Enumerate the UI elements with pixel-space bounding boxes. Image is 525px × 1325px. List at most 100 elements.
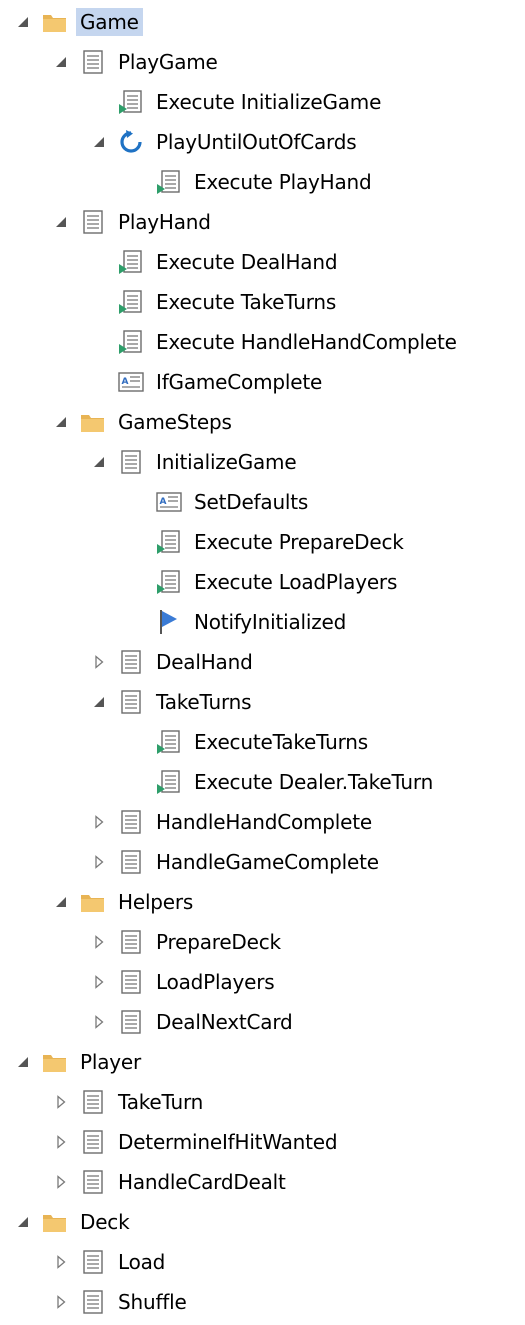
tree-item-loadplayers[interactable]: LoadPlayers <box>0 962 525 1002</box>
expanded-arrow-icon[interactable] <box>92 695 106 709</box>
tree-item-preparedeck[interactable]: PrepareDeck <box>0 922 525 962</box>
tree-item-shuffle[interactable]: Shuffle <box>0 1282 525 1322</box>
tree-item-label[interactable]: SetDefaults <box>190 488 312 516</box>
tree-item-label[interactable]: HandleGameComplete <box>152 848 383 876</box>
folder-icon <box>42 1209 68 1235</box>
document-icon <box>80 1129 106 1155</box>
tree-item-label[interactable]: Execute HandleHandComplete <box>152 328 461 356</box>
expanded-arrow-icon[interactable] <box>16 1215 30 1229</box>
tree-item-label[interactable]: Game <box>76 8 143 36</box>
tree-item-label[interactable]: Execute PrepareDeck <box>190 528 408 556</box>
tree-item-executetaketurns[interactable]: ExecuteTakeTurns <box>0 722 525 762</box>
tree-item-execute-handlehandcomplete[interactable]: Execute HandleHandComplete <box>0 322 525 362</box>
document-icon <box>118 809 144 835</box>
document-icon <box>118 689 144 715</box>
tree-item-label[interactable]: InitializeGame <box>152 448 300 476</box>
tree-item-label[interactable]: Execute InitializeGame <box>152 88 385 116</box>
tree-item-player[interactable]: Player <box>0 1042 525 1082</box>
execute-icon <box>156 769 182 795</box>
document-icon <box>80 1289 106 1315</box>
tree-item-execute-taketurns[interactable]: Execute TakeTurns <box>0 282 525 322</box>
execute-icon <box>156 529 182 555</box>
expanded-arrow-icon[interactable] <box>16 1055 30 1069</box>
tree-item-label[interactable]: DetermineIfHitWanted <box>114 1128 341 1156</box>
tree-item-load[interactable]: Load <box>0 1242 525 1282</box>
tree-item-label[interactable]: GameSteps <box>114 408 236 436</box>
tree-item-label[interactable]: DealNextCard <box>152 1008 297 1036</box>
execute-icon <box>118 249 144 275</box>
flag-icon <box>156 609 182 635</box>
tree-item-label[interactable]: Helpers <box>114 888 197 916</box>
collapsed-arrow-icon[interactable] <box>92 655 106 669</box>
expanded-arrow-icon[interactable] <box>92 135 106 149</box>
tree-item-label[interactable]: Execute TakeTurns <box>152 288 340 316</box>
tree-item-initializegame[interactable]: InitializeGame <box>0 442 525 482</box>
tree-item-handlehandcomplete[interactable]: HandleHandComplete <box>0 802 525 842</box>
tree-item-label[interactable]: PlayHand <box>114 208 215 236</box>
tree-item-execute-loadplayers[interactable]: Execute LoadPlayers <box>0 562 525 602</box>
collapsed-arrow-icon[interactable] <box>92 855 106 869</box>
tree-item-label[interactable]: TakeTurns <box>152 688 255 716</box>
tree-item-execute-preparedeck[interactable]: Execute PrepareDeck <box>0 522 525 562</box>
tree-item-label[interactable]: NotifyInitialized <box>190 608 350 636</box>
tree-item-handlecarddealt[interactable]: HandleCardDealt <box>0 1162 525 1202</box>
tree-item-label[interactable]: Execute LoadPlayers <box>190 568 401 596</box>
expanded-arrow-icon[interactable] <box>54 415 68 429</box>
tree-item-handlegamecomplete[interactable]: HandleGameComplete <box>0 842 525 882</box>
tree-item-helpers[interactable]: Helpers <box>0 882 525 922</box>
tree-item-label[interactable]: LoadPlayers <box>152 968 278 996</box>
tree-item-label[interactable]: Execute Dealer.TakeTurn <box>190 768 437 796</box>
tree-item-label[interactable]: Deck <box>76 1208 133 1236</box>
tree-item-label[interactable]: Execute DealHand <box>152 248 341 276</box>
tree-item-dealnextcard[interactable]: DealNextCard <box>0 1002 525 1042</box>
tree-item-label[interactable]: IfGameComplete <box>152 368 326 396</box>
collapsed-arrow-icon[interactable] <box>54 1255 68 1269</box>
tree-item-execute-playhand[interactable]: Execute PlayHand <box>0 162 525 202</box>
expanded-arrow-icon[interactable] <box>16 15 30 29</box>
tree-item-execute-dealhand[interactable]: Execute DealHand <box>0 242 525 282</box>
tree-item-label[interactable]: HandleHandComplete <box>152 808 376 836</box>
tree-item-label[interactable]: Player <box>76 1048 145 1076</box>
tree-item-dealhand[interactable]: DealHand <box>0 642 525 682</box>
tree-item-label[interactable]: TakeTurn <box>114 1088 207 1116</box>
tree-item-label[interactable]: Execute PlayHand <box>190 168 376 196</box>
tree-item-determineifhitwanted[interactable]: DetermineIfHitWanted <box>0 1122 525 1162</box>
collapsed-arrow-icon[interactable] <box>92 975 106 989</box>
collapsed-arrow-icon[interactable] <box>92 935 106 949</box>
tree-item-label[interactable]: HandleCardDealt <box>114 1168 290 1196</box>
collapsed-arrow-icon[interactable] <box>92 815 106 829</box>
collapsed-arrow-icon[interactable] <box>54 1295 68 1309</box>
tree-item-notifyinitialized[interactable]: NotifyInitialized <box>0 602 525 642</box>
collapsed-arrow-icon[interactable] <box>54 1175 68 1189</box>
tree-item-ifgamecomplete[interactable]: A IfGameComplete <box>0 362 525 402</box>
tree-item-label[interactable]: PlayUntilOutOfCards <box>152 128 360 156</box>
collapsed-arrow-icon[interactable] <box>92 1015 106 1029</box>
collapsed-arrow-icon[interactable] <box>54 1095 68 1109</box>
expanded-arrow-icon[interactable] <box>54 895 68 909</box>
tree-item-execute-initializegame[interactable]: Execute InitializeGame <box>0 82 525 122</box>
tree-item-label[interactable]: ExecuteTakeTurns <box>190 728 372 756</box>
tree-item-execute-dealer-taketurn[interactable]: Execute Dealer.TakeTurn <box>0 762 525 802</box>
document-icon <box>118 969 144 995</box>
expanded-arrow-icon[interactable] <box>92 455 106 469</box>
tree-item-label[interactable]: PlayGame <box>114 48 222 76</box>
tree-item-playgame[interactable]: PlayGame <box>0 42 525 82</box>
tree-item-playhand[interactable]: PlayHand <box>0 202 525 242</box>
expanded-arrow-icon[interactable] <box>54 55 68 69</box>
expanded-arrow-icon[interactable] <box>54 215 68 229</box>
tree-item-label[interactable]: PrepareDeck <box>152 928 285 956</box>
tree-item-taketurns[interactable]: TakeTurns <box>0 682 525 722</box>
tree-item-deck[interactable]: Deck <box>0 1202 525 1242</box>
tree-item-game[interactable]: Game <box>0 2 525 42</box>
tree-item-label[interactable]: Shuffle <box>114 1288 191 1316</box>
tree-item-label[interactable]: DealHand <box>152 648 257 676</box>
tree-item-label[interactable]: Load <box>114 1248 169 1276</box>
tree-item-playuntiloutofcards[interactable]: PlayUntilOutOfCards <box>0 122 525 162</box>
document-icon <box>80 1249 106 1275</box>
tree-item-gamesteps[interactable]: GameSteps <box>0 402 525 442</box>
tree-item-taketurn[interactable]: TakeTurn <box>0 1082 525 1122</box>
collapsed-arrow-icon[interactable] <box>54 1135 68 1149</box>
tree-item-setdefaults[interactable]: A SetDefaults <box>0 482 525 522</box>
tree-view[interactable]: Game PlayGame Execute InitializeGame Pla… <box>0 2 525 1322</box>
loop-icon <box>118 129 144 155</box>
